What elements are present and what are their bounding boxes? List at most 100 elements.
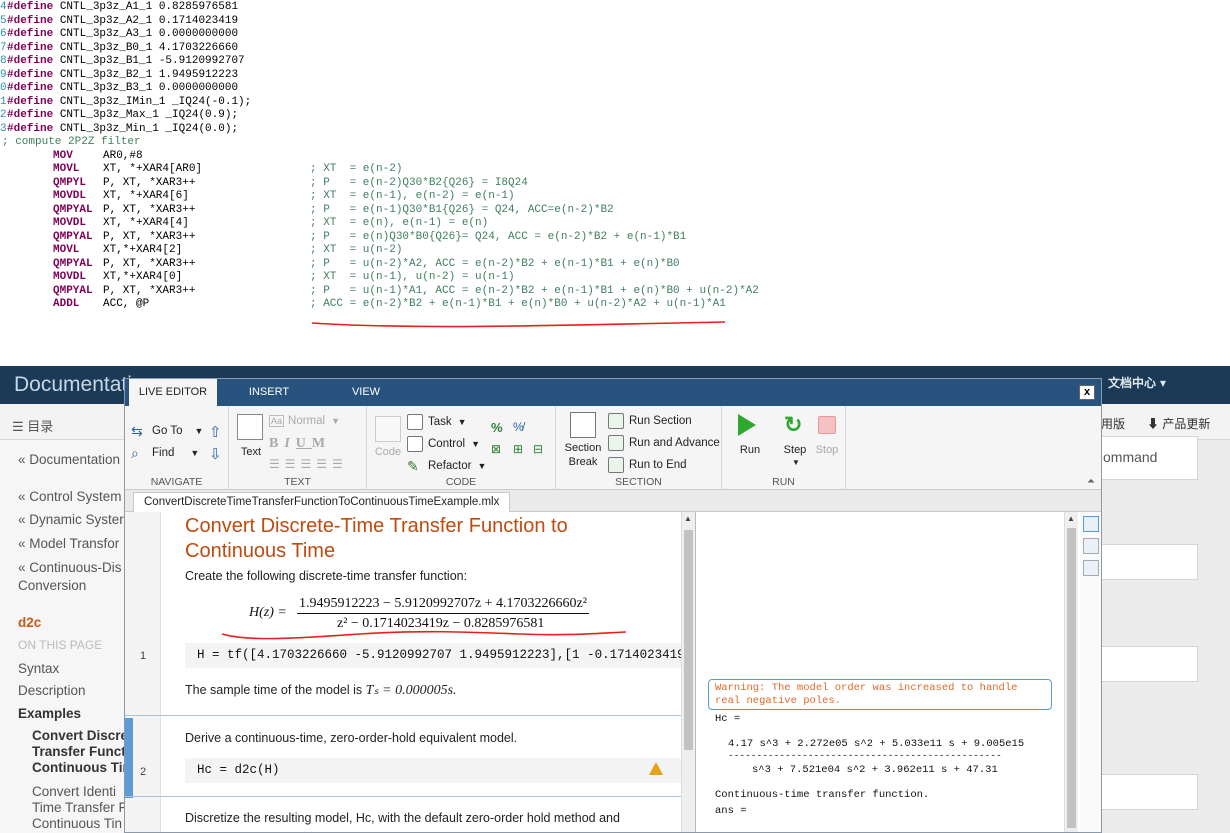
run-advance-button[interactable]: Run and Advance (608, 435, 720, 451)
stop-button-label[interactable]: Stop (812, 444, 842, 456)
define-keyword: #define (7, 82, 54, 94)
nav-dynamic-system[interactable]: « Dynamic Syster (18, 512, 124, 527)
define-keyword: #define (7, 68, 54, 81)
stop-icon[interactable] (818, 416, 836, 434)
find-button[interactable]: ⌕ Find ▼ (131, 445, 199, 461)
run-to-end-icon (608, 457, 624, 473)
run-section: Run ↻ Step ▼ Stop RUN (722, 406, 846, 490)
define-keyword: #define (7, 109, 54, 121)
uncomment-icon[interactable]: %̸ (513, 420, 524, 434)
release-notes-link[interactable]: ⬇ 产品更新 (1147, 415, 1210, 432)
nav-description[interactable]: Description (18, 683, 86, 698)
line-number: 2 (0, 109, 7, 121)
define-keyword: #define (7, 1, 54, 13)
refactor-button[interactable]: ✎ Refactor ▼ (407, 458, 486, 474)
asm-mnemonic: MOVL (53, 163, 80, 175)
nav-documentation[interactable]: « Documentation (18, 452, 120, 467)
run-button-label[interactable]: Run (730, 444, 770, 456)
asm-mnemonic: MOVDL (53, 190, 87, 202)
asm-mnemonic: QMPYAL (53, 203, 93, 216)
control-button[interactable]: Control ▼ (407, 436, 480, 452)
doc-center-menu[interactable]: 文档中心 ▾ (1108, 374, 1166, 391)
goto-button[interactable]: ⇆ Go To ▼ (131, 423, 203, 439)
code-icon[interactable] (375, 416, 401, 442)
line-number: 9 (0, 68, 7, 81)
nav-example-2-line1[interactable]: Convert Identi (32, 784, 116, 799)
arrow-down-icon[interactable]: ⇩ (209, 445, 222, 463)
code-line-1[interactable]: H = tf([4.1703226660 -5.9120992707 1.949… (185, 643, 681, 668)
collapse-ribbon-icon[interactable]: ⏶ (1087, 476, 1095, 487)
section-break-label-1[interactable]: Section (560, 442, 606, 454)
tab-view[interactable]: VIEW (321, 379, 411, 406)
step-icon[interactable]: ↻ (784, 412, 802, 438)
arrow-up-icon[interactable]: ⇧ (209, 423, 222, 441)
asm-comment: ; P = e(n)Q30*B0{Q26}= Q24, ACC = e(n-2)… (310, 230, 687, 243)
warning-icon[interactable] (649, 762, 663, 775)
text-button-label[interactable]: Text (235, 446, 267, 458)
scroll-thumb[interactable] (684, 530, 693, 750)
nav-example-1-line1[interactable]: Convert Discre (32, 728, 128, 743)
code-button-label[interactable]: Code (371, 446, 405, 458)
output-inline-icon[interactable] (1083, 538, 1099, 554)
comment-icon[interactable]: % (491, 420, 503, 435)
nav-control-system[interactable]: « Control System (18, 489, 122, 504)
nav-d2c[interactable]: d2c (18, 615, 41, 630)
section-divider (125, 715, 681, 716)
section-break-label-2[interactable]: Break (560, 456, 606, 468)
output-numerator: 4.17 s^3 + 2.272e05 s^2 + 5.033e11 s + 9… (728, 738, 1025, 750)
version-link[interactable]: 用版 (1101, 415, 1125, 432)
define-text: CNTL_3p3z_Min_1 _IQ24(0.0); (53, 122, 239, 135)
asm-operands: P, XT, *XAR3++ (103, 284, 196, 297)
file-tab[interactable]: ConvertDiscreteTimeTransferFunctionToCon… (133, 492, 511, 512)
tab-live-editor[interactable]: LIVE EDITOR (129, 379, 217, 406)
output-right-icon[interactable] (1083, 516, 1099, 532)
style-dropdown[interactable]: Aa Normal ▼ (269, 415, 340, 427)
define-keyword: #define (7, 41, 54, 54)
chevron-down-icon[interactable]: ▼ (792, 458, 800, 467)
goto-label: Go To (152, 425, 183, 437)
text-icon[interactable] (237, 414, 263, 440)
wrap-icon[interactable]: ⊠ (491, 442, 501, 456)
command-box[interactable]: ommand (1098, 436, 1198, 480)
run-icon[interactable] (738, 414, 756, 436)
nav-example-2-line2[interactable]: Time Transfer F (32, 800, 127, 815)
sample-time-text: The sample time of the model is (185, 683, 363, 697)
line-number: 5 (0, 14, 7, 27)
nav-model-transform[interactable]: « Model Transfor (18, 536, 119, 551)
nav-syntax[interactable]: Syntax (18, 661, 59, 676)
nav-example-2-line3[interactable]: Continuous Tin (32, 816, 122, 831)
scroll-up-icon[interactable]: ▲ (1067, 514, 1075, 523)
format-buttons[interactable]: BIUM (269, 436, 331, 452)
output-scrollbar[interactable]: ▲ (1064, 512, 1078, 832)
nav-conversion[interactable]: Conversion (18, 578, 86, 593)
asm-operands: P, XT, *XAR3++ (103, 230, 196, 243)
asm-comment: ; XT = e(n), e(n-1) = e(n) (310, 217, 489, 229)
step-button-label[interactable]: Step (780, 444, 810, 456)
task-button[interactable]: Task ▼ (407, 414, 467, 430)
scroll-up-icon[interactable]: ▲ (684, 514, 692, 523)
section-break-icon[interactable] (570, 412, 596, 438)
outdent-icon[interactable]: ⊟ (533, 442, 543, 456)
asm-mnemonic: QMPYL (53, 176, 87, 189)
nav-examples[interactable]: Examples (18, 706, 81, 721)
close-button[interactable]: x (1079, 385, 1095, 400)
output-scroll-thumb[interactable] (1067, 528, 1076, 828)
bookmark-icon: ⬇ (1147, 417, 1160, 431)
section-label: SECTION (615, 476, 662, 488)
nav-example-1-line2[interactable]: Transfer Funct (32, 744, 126, 759)
content-scrollbar[interactable]: ▲ (681, 512, 695, 832)
tab-insert[interactable]: INSERT (221, 379, 317, 406)
asm-mnemonic: ADDL (53, 298, 80, 310)
hamburger-icon: ☰ (12, 419, 24, 434)
nav-continuous-discrete[interactable]: « Continuous-Dis (18, 560, 122, 575)
list-align-icons[interactable]: ☰☰☰☰☰ (269, 457, 348, 471)
toc-menu[interactable]: ☰ 目录 (12, 416, 53, 435)
paragraph-sample-time: The sample time of the model is Tₛ = 0.0… (185, 682, 457, 699)
indent-icon[interactable]: ⊞ (513, 442, 523, 456)
nav-example-1-line3[interactable]: Continuous Tir (32, 760, 128, 775)
code-line-2[interactable]: Hc = d2c(H) (185, 758, 681, 783)
run-to-end-button[interactable]: Run to End (608, 457, 687, 473)
text-only-icon[interactable] (1083, 560, 1099, 576)
asm-operands: P, XT, *XAR3++ (103, 203, 196, 216)
run-section-button[interactable]: Run Section (608, 413, 692, 429)
